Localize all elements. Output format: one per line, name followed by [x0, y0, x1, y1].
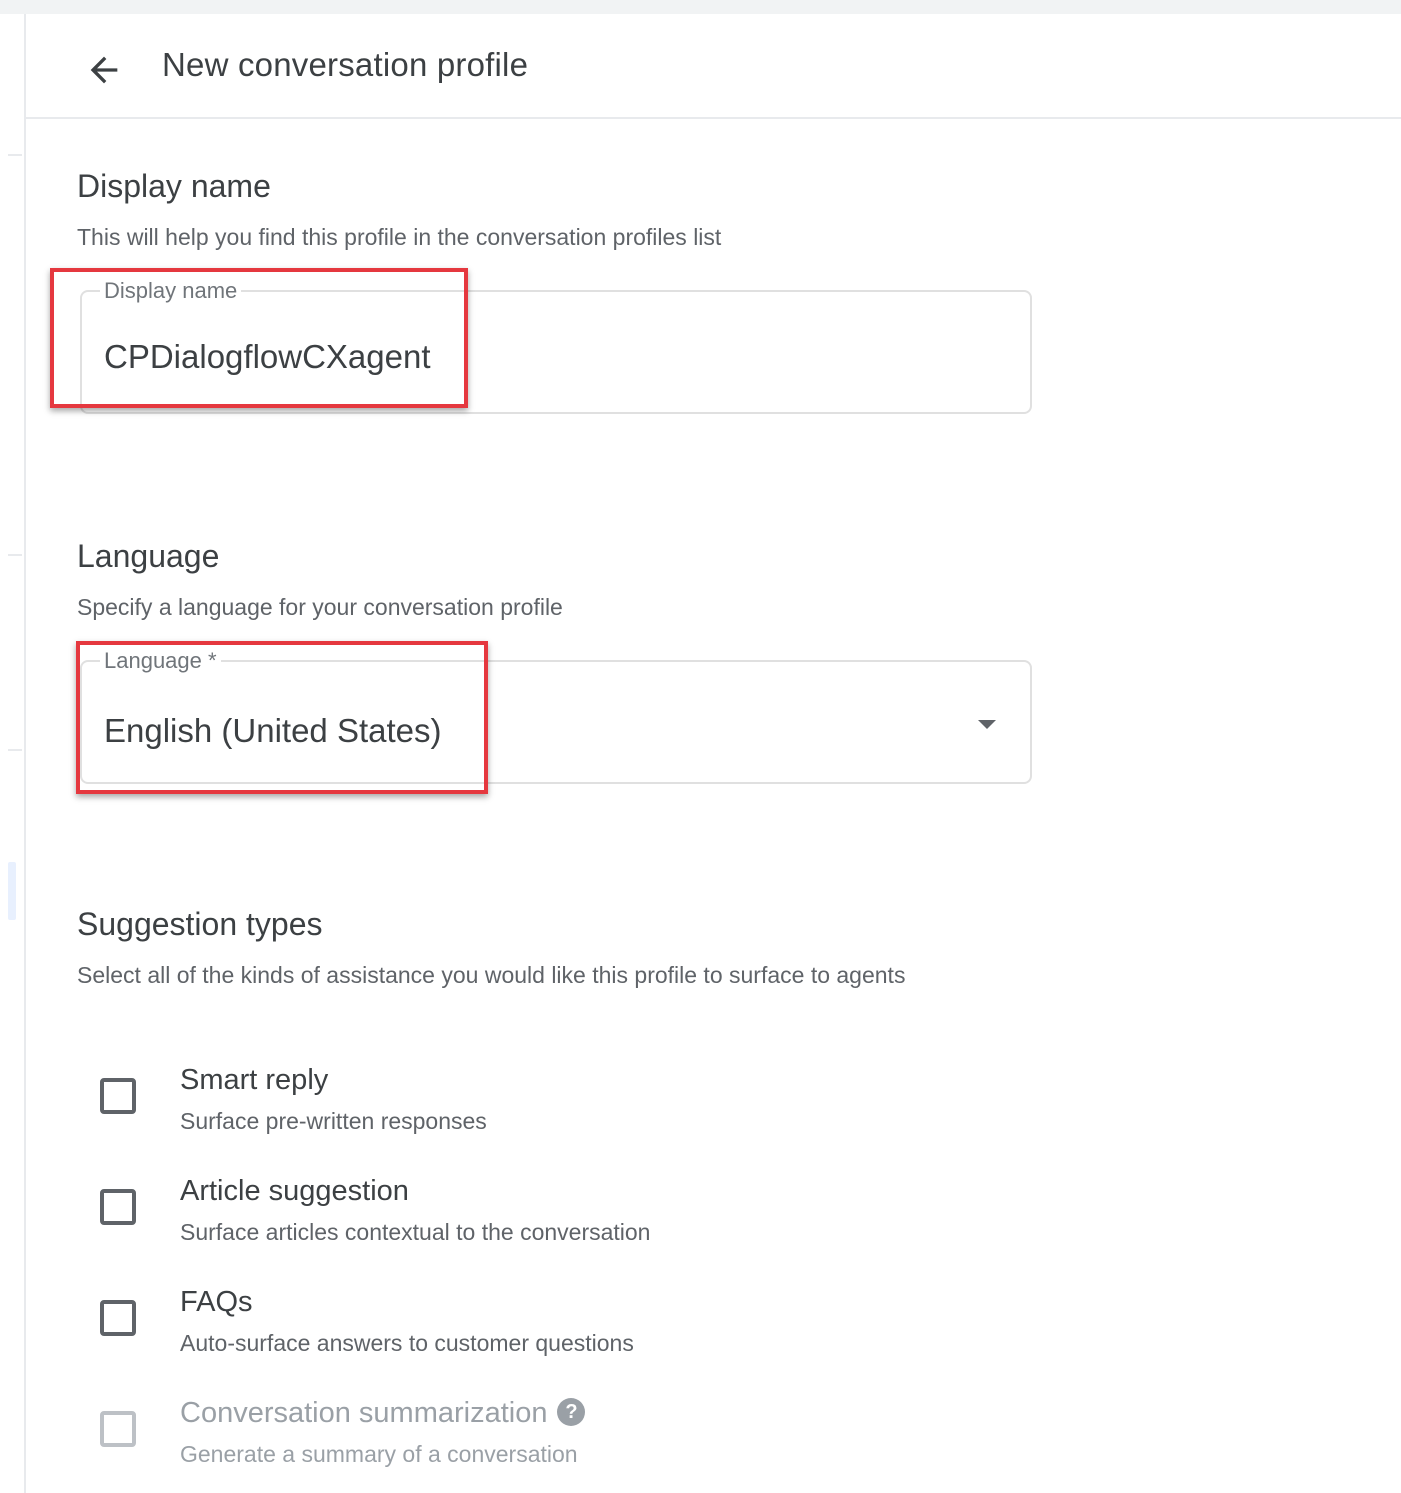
faqs-checkbox[interactable]	[100, 1300, 136, 1336]
display-name-section-title: Display name	[77, 168, 271, 204]
rail-active-indicator	[8, 862, 16, 920]
arrow-back-icon	[90, 56, 118, 84]
language-select[interactable]: Language * English (United States)	[80, 648, 1032, 784]
option-label-row: Conversation summarization?	[180, 1397, 586, 1430]
option-label: FAQs	[180, 1286, 253, 1318]
option-description: Surface articles contextual to the conve…	[180, 1219, 651, 1245]
top-rule	[0, 0, 1401, 14]
rail-divider	[8, 554, 22, 556]
smart-reply-checkbox[interactable]	[100, 1078, 136, 1114]
article-suggestion-checkbox[interactable]	[100, 1189, 136, 1225]
option-label: Conversation summarization	[180, 1397, 548, 1429]
language-section-title: Language	[77, 538, 220, 574]
option-description: Generate a summary of a conversation	[180, 1441, 578, 1467]
option-label: Article suggestion	[180, 1175, 409, 1207]
conversation-summarization-checkbox	[100, 1411, 136, 1447]
arrow-drop-down-icon[interactable]	[978, 720, 996, 729]
display-name-field-label: Display name	[100, 278, 242, 304]
option-description: Auto-surface answers to customer questio…	[180, 1330, 634, 1356]
option-smart-reply[interactable]: Smart reply Surface pre-written response…	[98, 1064, 998, 1160]
language-section-description: Specify a language for your conversation…	[77, 594, 563, 620]
help-icon[interactable]: ?	[557, 1398, 586, 1427]
option-conversation-summarization: Conversation summarization? Generate a s…	[98, 1397, 998, 1493]
back-button[interactable]	[82, 48, 126, 92]
option-label: Smart reply	[180, 1064, 329, 1096]
display-name-section-description: This will help you find this profile in …	[77, 224, 722, 250]
page-header: New conversation profile	[26, 14, 1401, 119]
rail-divider	[8, 749, 22, 751]
rail-divider	[8, 154, 22, 156]
option-faqs[interactable]: FAQs Auto-surface answers to customer qu…	[98, 1286, 998, 1382]
display-name-input[interactable]	[104, 338, 904, 376]
suggestion-types-section-title: Suggestion types	[77, 906, 323, 942]
display-name-field[interactable]: Display name	[80, 278, 1032, 414]
language-selected-value: English (United States)	[104, 712, 442, 749]
page-title: New conversation profile	[162, 46, 529, 83]
suggestion-types-section-description: Select all of the kinds of assistance yo…	[77, 962, 906, 988]
language-field-label: Language *	[100, 648, 221, 674]
option-description: Surface pre-written responses	[180, 1108, 487, 1134]
option-article-suggestion[interactable]: Article suggestion Surface articles cont…	[98, 1175, 998, 1271]
conversation-profile-page: New conversation profile Display name Th…	[0, 0, 1401, 1493]
left-nav-rail	[0, 14, 26, 1493]
